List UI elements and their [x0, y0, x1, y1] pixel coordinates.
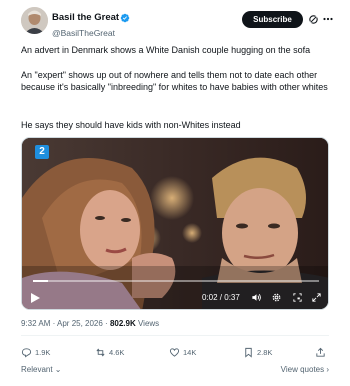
fullscreen-icon[interactable]: [311, 292, 322, 303]
action-bar: 1.9K 4.6K 14K 2.8K: [21, 345, 329, 359]
bookmark-count: 2.8K: [257, 347, 273, 357]
volume-icon[interactable]: [251, 292, 262, 303]
video-progress-fill: [33, 280, 49, 282]
repost-count: 4.6K: [109, 347, 125, 357]
subscribe-button[interactable]: Subscribe: [242, 11, 303, 28]
tweet-footer: Relevant ⌄ View quotes ›: [21, 364, 329, 376]
repost-icon: [96, 348, 105, 356]
video-time-readout: 0:02 / 0:37: [202, 293, 240, 302]
tweet-header: Basil the Great @BasilTheGreat Subscribe: [21, 7, 333, 39]
video-player[interactable]: 2 0:02 / 0:37: [21, 137, 329, 310]
more-options-icon[interactable]: [323, 17, 333, 21]
picture-in-picture-icon[interactable]: [292, 292, 303, 303]
handle[interactable]: @BasilTheGreat: [52, 28, 130, 39]
like-count: 14K: [183, 347, 197, 357]
share-button[interactable]: [315, 345, 326, 359]
reply-button[interactable]: 1.9K: [21, 345, 50, 359]
chevron-down-icon: ⌄: [52, 365, 62, 374]
heart-icon: [169, 347, 180, 357]
tweet-meta: 9:32 AM · Apr 25, 2026 · 802.9K Views: [21, 318, 159, 329]
views-label: Views: [135, 319, 160, 328]
author-names: Basil the Great @BasilTheGreat: [52, 9, 130, 39]
bookmark-icon: [245, 347, 252, 358]
repost-button[interactable]: 4.6K: [95, 345, 124, 359]
play-icon[interactable]: [31, 293, 40, 303]
share-icon: [316, 347, 325, 357]
tweet-text-paragraph: He says they should have kids with non-W…: [21, 120, 241, 130]
channel-logo: 2: [35, 145, 49, 159]
settings-gear-icon[interactable]: [271, 292, 282, 303]
grok-icon[interactable]: [308, 14, 319, 25]
bookmark-button[interactable]: 2.8K: [243, 345, 272, 359]
view-quotes-link[interactable]: View quotes ›: [281, 364, 329, 375]
verified-badge-icon: [120, 13, 130, 23]
relevant-label: Relevant: [21, 365, 53, 374]
divider: [21, 335, 329, 336]
reply-count: 1.9K: [35, 347, 51, 357]
display-name[interactable]: Basil the Great: [52, 12, 119, 24]
avatar[interactable]: [21, 7, 48, 34]
timestamp[interactable]: 9:32 AM · Apr 25, 2026 ·: [21, 319, 110, 328]
like-button[interactable]: 14K: [169, 345, 196, 359]
video-progress-bar[interactable]: [33, 280, 319, 282]
tweet-text-paragraph: An advert in Denmark shows a White Danis…: [21, 45, 311, 55]
tweet: Basil the Great @BasilTheGreat Subscribe…: [0, 0, 350, 386]
reply-icon: [21, 347, 32, 358]
video-frame: [22, 138, 328, 309]
relevant-sort-dropdown[interactable]: Relevant ⌄: [21, 364, 62, 375]
views-count: 802.9K: [109, 319, 136, 328]
tweet-text-paragraph: An "expert" shows up out of nowhere and …: [21, 70, 328, 92]
